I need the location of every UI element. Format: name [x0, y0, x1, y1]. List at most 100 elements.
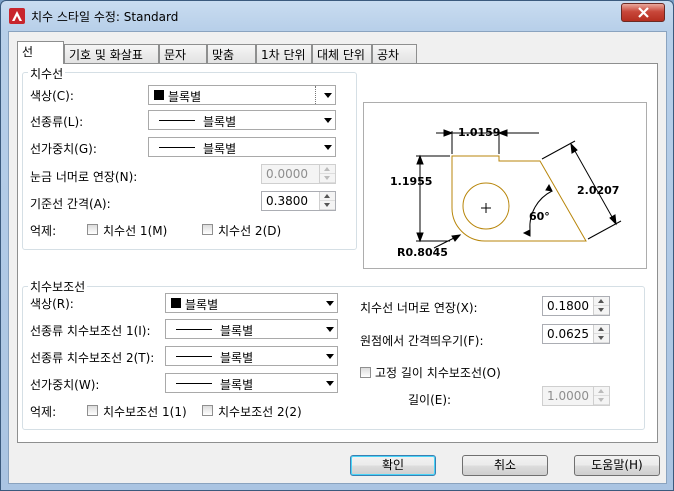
- extend-beyond-ticks-value: 0.0000: [266, 167, 308, 181]
- dimline-linetype-value: 블록별: [203, 115, 237, 129]
- chevron-down-icon: [326, 381, 334, 386]
- spin-down-icon[interactable]: [594, 396, 609, 405]
- suppress-extline2-checkbox[interactable]: [202, 405, 213, 416]
- preview-dim-top: 1.0159: [458, 126, 500, 139]
- dialog-window: 치수 스타일 수정: Standard 선 기호 및 화살표 문자 맞춤 1차 …: [0, 0, 674, 491]
- autocad-app-icon: [9, 8, 25, 24]
- dimline-color-value: 블록별: [168, 90, 202, 104]
- extension-lines-group-label: 치수보조선: [28, 278, 88, 295]
- suppress-dimline2-checkbox[interactable]: [202, 224, 213, 235]
- dimension-lines-group-label: 치수선: [28, 65, 66, 82]
- spin-up-icon[interactable]: [320, 192, 335, 201]
- fixed-length-spinner[interactable]: 1.0000: [542, 386, 610, 406]
- spin-up-icon[interactable]: [594, 297, 609, 306]
- chevron-down-icon: [324, 118, 332, 123]
- extend-beyond-ticks-label: 눈금 너머로 연장(N):: [30, 170, 138, 184]
- spinner-buttons[interactable]: [593, 325, 609, 343]
- tab-panel: 치수선 색상(C): 블록별 선종류(L): 블록별 선가중치(G): 블록별 …: [17, 63, 658, 443]
- spin-down-icon[interactable]: [594, 334, 609, 343]
- extend-beyond-dimlines-label: 치수선 너머로 연장(X):: [360, 301, 478, 315]
- spinner-buttons[interactable]: [319, 165, 335, 183]
- offset-from-origin-value: 0.0625: [547, 327, 589, 341]
- tab-tolerances[interactable]: 공차: [372, 44, 417, 63]
- fixed-length-value-label: 길이(E):: [408, 393, 452, 407]
- cancel-button[interactable]: 취소: [462, 455, 548, 476]
- chevron-down-icon: [326, 354, 334, 359]
- dimline-linetype-select[interactable]: 블록별: [148, 110, 336, 130]
- help-button[interactable]: 도움말(H): [574, 455, 660, 476]
- chevron-down-icon: [324, 93, 332, 98]
- extline1-linetype-select[interactable]: 블록별: [165, 319, 338, 339]
- extline-lineweight-value: 블록별: [220, 378, 254, 392]
- linetype-sample: [176, 329, 212, 330]
- linetype-sample: [159, 120, 195, 121]
- lineweight-sample: [176, 383, 212, 384]
- fixed-length-label[interactable]: 고정 길이 치수보조선(O): [375, 364, 501, 381]
- tab-fit[interactable]: 맞춤: [207, 44, 256, 63]
- dimline-color-select[interactable]: 블록별: [148, 85, 336, 105]
- spin-up-icon[interactable]: [594, 325, 609, 334]
- spin-down-icon[interactable]: [594, 306, 609, 315]
- extline-color-select[interactable]: 블록별: [165, 293, 338, 313]
- fixed-length-value: 1.0000: [547, 389, 589, 403]
- suppress-dimline1-checkbox[interactable]: [87, 224, 98, 235]
- extline1-linetype-value: 블록별: [220, 324, 254, 338]
- color-swatch: [171, 298, 181, 308]
- tab-text[interactable]: 문자: [159, 44, 207, 63]
- extline2-linetype-value: 블록별: [220, 351, 254, 365]
- dimline-lineweight-select[interactable]: 블록별: [148, 137, 336, 157]
- tab-primary-units[interactable]: 1차 단위: [256, 44, 312, 63]
- close-button[interactable]: [621, 3, 665, 22]
- tab-alternate-units[interactable]: 대체 단위: [312, 44, 372, 63]
- dimline-lineweight-label: 선가중치(G):: [30, 142, 97, 156]
- dimline-lineweight-value: 블록별: [203, 142, 237, 156]
- spinner-buttons[interactable]: [319, 192, 335, 210]
- suppress-extline1-label[interactable]: 치수보조선 1(1): [103, 403, 187, 420]
- extend-beyond-ticks-spinner[interactable]: 0.0000: [261, 164, 336, 184]
- window-title: 치수 스타일 수정: Standard: [31, 10, 179, 24]
- preview-radius: R0.8045: [397, 246, 448, 259]
- ok-button[interactable]: 확인: [350, 455, 436, 476]
- offset-from-origin-spinner[interactable]: 0.0625: [542, 324, 610, 344]
- extline2-linetype-select[interactable]: 블록별: [165, 346, 338, 366]
- extline1-linetype-label: 선종류 치수보조선 1(I):: [30, 324, 151, 338]
- extline-color-label: 색상(R):: [30, 297, 74, 311]
- baseline-spacing-value: 0.3800: [266, 194, 308, 208]
- extend-beyond-dimlines-value: 0.1800: [547, 299, 589, 313]
- preview-dim-left: 1.1955: [390, 175, 432, 188]
- extline-lineweight-label: 선가중치(W):: [30, 378, 100, 392]
- baseline-spacing-spinner[interactable]: 0.3800: [261, 191, 336, 211]
- spinner-buttons[interactable]: [593, 387, 609, 405]
- tab-lines[interactable]: 선: [17, 41, 64, 64]
- spin-up-icon[interactable]: [320, 165, 335, 174]
- linetype-sample: [176, 356, 212, 357]
- title-bar[interactable]: 치수 스타일 수정: Standard: [1, 1, 673, 31]
- suppress-extline2-label[interactable]: 치수보조선 2(2): [218, 403, 302, 420]
- color-swatch: [154, 90, 164, 100]
- suppress-dimline1-label[interactable]: 치수선 1(M): [103, 222, 167, 239]
- extline2-linetype-label: 선종류 치수보조선 2(T):: [30, 351, 155, 365]
- preview-angle: 60°: [529, 210, 550, 223]
- lineweight-sample: [159, 147, 195, 148]
- combo-divider: [315, 86, 317, 104]
- extline-suppress-label: 억제:: [30, 405, 57, 419]
- extline-lineweight-select[interactable]: 블록별: [165, 373, 338, 393]
- dimline-suppress-label: 억제:: [30, 224, 57, 238]
- tab-symbols-arrows[interactable]: 기호 및 화살표: [64, 44, 159, 63]
- preview-drawing: 1.0159 1.1955 2.0207 60° R0.8045: [390, 126, 622, 259]
- suppress-dimline2-label[interactable]: 치수선 2(D): [218, 222, 281, 239]
- dimension-preview: 1.0159 1.1955 2.0207 60° R0.8045: [363, 102, 647, 269]
- dimline-color-label: 색상(C):: [30, 89, 74, 103]
- close-icon: [638, 7, 649, 18]
- chevron-down-icon: [326, 327, 334, 332]
- dimline-linetype-label: 선종류(L):: [30, 115, 84, 129]
- extline-color-value: 블록별: [185, 298, 219, 312]
- spin-down-icon[interactable]: [320, 174, 335, 183]
- chevron-down-icon: [326, 301, 334, 306]
- suppress-extline1-checkbox[interactable]: [87, 405, 98, 416]
- spin-down-icon[interactable]: [320, 201, 335, 210]
- fixed-length-checkbox[interactable]: [360, 367, 371, 378]
- spin-up-icon[interactable]: [594, 387, 609, 396]
- extend-beyond-dimlines-spinner[interactable]: 0.1800: [542, 296, 610, 316]
- spinner-buttons[interactable]: [593, 297, 609, 315]
